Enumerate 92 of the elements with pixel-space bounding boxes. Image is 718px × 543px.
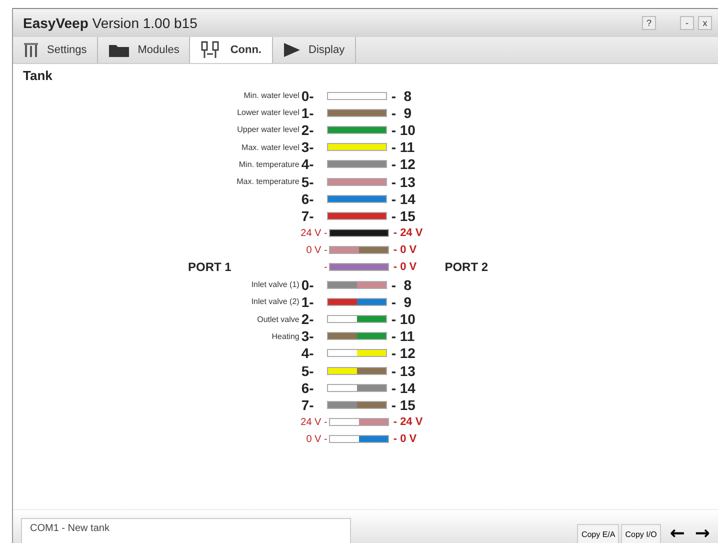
pin-label: - 0 V bbox=[392, 433, 417, 446]
wire-description: Max. temperature bbox=[236, 177, 300, 186]
pin-label: - 12 bbox=[390, 156, 416, 172]
tab[interactable]: Modules bbox=[98, 37, 190, 63]
pin-label: 6- bbox=[301, 190, 315, 207]
wire-drawing bbox=[329, 229, 390, 238]
pin-label: 24 V - bbox=[300, 228, 328, 239]
wire-description: Min. temperature bbox=[238, 160, 300, 169]
window-title: EasyVeep Version 1.00 b15 bbox=[23, 15, 198, 31]
pin-label: - 0 V bbox=[392, 244, 417, 256]
pin-label: 2- bbox=[301, 122, 315, 138]
play-icon bbox=[282, 42, 300, 58]
pin-label: - 15 bbox=[390, 396, 416, 413]
wire-drawing bbox=[327, 384, 388, 392]
copy-button[interactable]: Copy E/A bbox=[577, 524, 620, 543]
pin-label: 7- bbox=[301, 208, 315, 224]
pin-label: 24 V - bbox=[300, 416, 328, 428]
pin-label: - 9 bbox=[390, 294, 412, 310]
pin-label: 3- bbox=[301, 328, 315, 344]
wire-drawing bbox=[329, 246, 390, 254]
wire-drawing bbox=[329, 263, 390, 272]
window-button[interactable]: ? bbox=[642, 16, 656, 30]
pin-label: 7- bbox=[301, 396, 315, 413]
pin-label: - 10 bbox=[390, 122, 416, 138]
pin-label: - 12 bbox=[390, 345, 416, 362]
pin-label: 0- bbox=[301, 276, 315, 293]
pin-label: - 0 V bbox=[392, 261, 417, 274]
wire-drawing bbox=[327, 160, 388, 168]
pin-label: - 8 bbox=[390, 276, 412, 293]
pin-label: 0 V - bbox=[305, 244, 328, 256]
pin-label: - 13 bbox=[390, 362, 416, 379]
pin-label: - 10 bbox=[390, 311, 416, 328]
wire-drawing bbox=[327, 298, 388, 306]
wire-description: Lower water level bbox=[237, 108, 300, 118]
pin-label: - 14 bbox=[390, 190, 416, 207]
tools-icon bbox=[23, 42, 39, 58]
wire-description: Upper water level bbox=[237, 125, 300, 134]
wire-drawing bbox=[327, 280, 388, 289]
wire-drawing bbox=[329, 418, 390, 426]
pin-label: 2- bbox=[301, 311, 315, 328]
pin-label: 1- bbox=[301, 294, 315, 310]
wire-description: Heating bbox=[272, 332, 300, 341]
pin-label: - 11 bbox=[390, 139, 415, 156]
wire-drawing bbox=[327, 315, 388, 324]
pin-label: - 15 bbox=[390, 208, 416, 224]
wire-drawing bbox=[327, 366, 388, 375]
pin-label: - 24 V bbox=[392, 227, 423, 240]
wire-description: Min. water level bbox=[244, 91, 300, 100]
wire-drawing bbox=[327, 212, 388, 220]
port-label: PORT 2 bbox=[444, 260, 488, 274]
wire-drawing bbox=[327, 178, 388, 186]
wire-drawing bbox=[327, 194, 388, 203]
wire-drawing bbox=[327, 143, 388, 152]
status-text: COM1 - New tank bbox=[21, 518, 351, 543]
arrow-button[interactable]: → bbox=[692, 523, 712, 543]
wire-drawing bbox=[327, 400, 388, 409]
pin-label: 1- bbox=[301, 104, 315, 121]
window-button[interactable]: x bbox=[698, 16, 712, 30]
copy-button[interactable]: Copy I/O bbox=[621, 524, 661, 543]
pin-label: 4- bbox=[301, 345, 315, 362]
tab[interactable]: Display bbox=[272, 37, 356, 63]
pin-label: 0- bbox=[301, 88, 315, 104]
pin-label: - 13 bbox=[390, 174, 416, 190]
tab[interactable]: Conn. bbox=[190, 37, 272, 63]
pin-label: - bbox=[323, 262, 328, 273]
wire-drawing bbox=[327, 92, 388, 100]
pin-label: 3- bbox=[301, 139, 315, 156]
tab[interactable]: Settings bbox=[13, 37, 98, 63]
pin-label: - 14 bbox=[390, 380, 416, 396]
window-button[interactable]: - bbox=[680, 16, 694, 30]
wire-description: Max. water level bbox=[242, 142, 300, 152]
wire-drawing bbox=[327, 108, 388, 117]
pin-label: 0 V - bbox=[305, 434, 328, 445]
wire-drawing bbox=[329, 435, 390, 444]
wire-drawing bbox=[327, 332, 388, 340]
wire-description: Inlet valve (1) bbox=[251, 280, 300, 290]
pin-label: 5- bbox=[301, 362, 315, 379]
wire-description: Outlet valve bbox=[257, 314, 300, 324]
wire-drawing bbox=[327, 126, 388, 134]
arrow-button[interactable]: ← bbox=[668, 523, 687, 543]
pin-label: - 8 bbox=[390, 88, 412, 104]
port-label: PORT 1 bbox=[188, 260, 232, 274]
pin-label: - 9 bbox=[390, 104, 412, 121]
wire-description: Inlet valve (2) bbox=[251, 297, 300, 306]
folder-icon bbox=[108, 42, 130, 58]
pin-label: - 24 V bbox=[392, 416, 423, 428]
pin-label: 6- bbox=[301, 380, 315, 396]
pin-label: - 11 bbox=[390, 328, 415, 344]
section-heading: Tank bbox=[23, 68, 54, 83]
wire-drawing bbox=[327, 349, 388, 358]
pin-label: 5- bbox=[301, 174, 315, 190]
pin-label: 4- bbox=[301, 156, 315, 172]
